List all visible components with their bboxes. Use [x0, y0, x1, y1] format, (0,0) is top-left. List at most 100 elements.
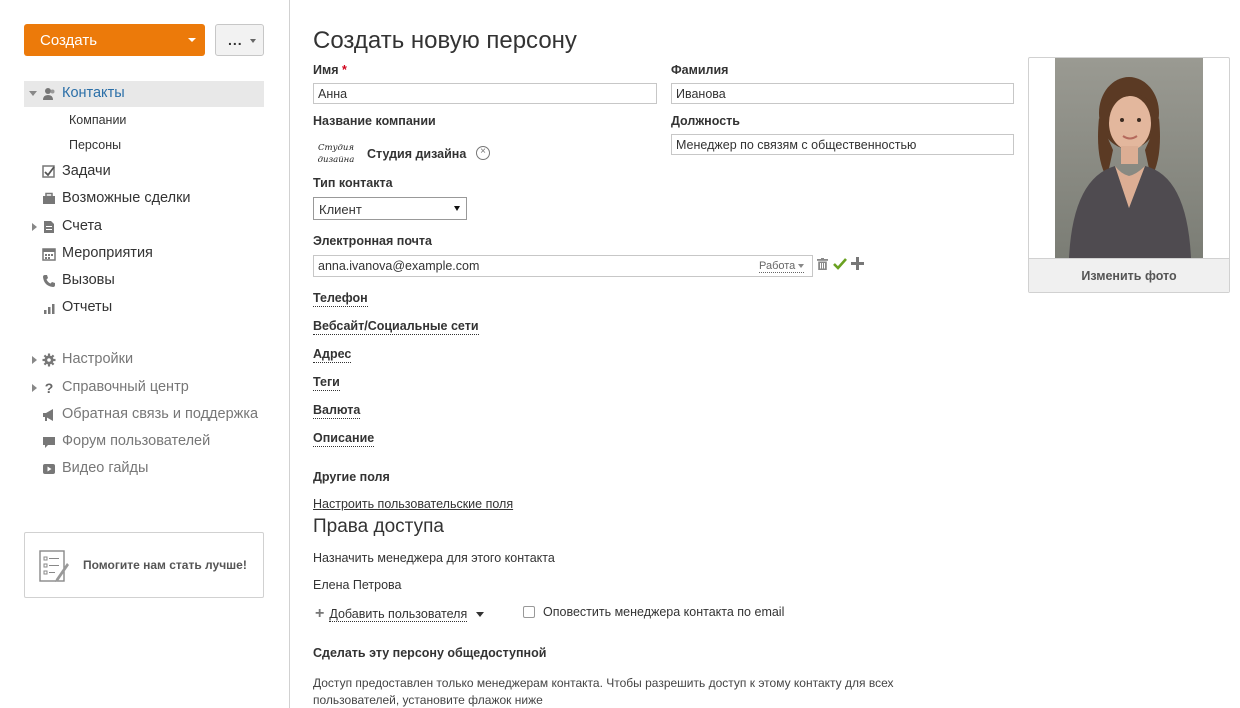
more-button[interactable]: ...	[215, 24, 264, 56]
public-label: Сделать эту персону общедоступной	[313, 646, 546, 660]
company-name[interactable]: Студия дизайна	[367, 147, 466, 161]
change-photo-button[interactable]: Изменить фото	[1029, 258, 1229, 292]
sidebar-item-contacts[interactable]: Контакты	[24, 81, 264, 107]
last-name-label: Фамилия	[671, 63, 728, 77]
sidebar-item-tasks[interactable]: Задачи	[24, 159, 264, 185]
sidebar-item-events[interactable]: Мероприятия	[24, 241, 264, 267]
feedback-box[interactable]: Помогите нам стать лучше!	[24, 532, 264, 598]
sidebar-subitem-companies[interactable]: Компании	[69, 113, 126, 127]
last-name-input[interactable]	[671, 83, 1014, 104]
create-button-label: Создать	[40, 32, 97, 49]
notify-manager-label[interactable]: Оповестить менеджера контакта по email	[543, 605, 784, 619]
photo-panel: Изменить фото	[1028, 57, 1230, 293]
sidebar-item-label: Вызовы	[62, 272, 115, 288]
remove-company-icon[interactable]: ×	[476, 146, 490, 160]
chat-icon	[42, 435, 56, 449]
page-title: Создать новую персону	[313, 27, 577, 55]
dropdown-arrow-icon	[454, 206, 460, 211]
sidebar-item-label: Видео гайды	[62, 460, 148, 476]
sidebar-item-calls[interactable]: Вызовы	[24, 268, 264, 294]
public-description: Доступ предоставлен только менеджерам ко…	[313, 675, 953, 708]
sidebar-item-deals[interactable]: Возможные сделки	[24, 186, 264, 212]
sidebar-item-help-center[interactable]: ? Справочный центр	[24, 375, 264, 401]
contact-type-select[interactable]: Клиент	[313, 197, 467, 220]
currency-link[interactable]: Валюта	[313, 403, 360, 419]
contact-type-label: Тип контакта	[313, 176, 393, 190]
sidebar-item-label: Счета	[62, 218, 102, 234]
sidebar-item-feedback[interactable]: Обратная связь и поддержка	[24, 402, 264, 428]
sidebar-item-label: Мероприятия	[62, 245, 153, 261]
chevron-down-icon	[798, 264, 804, 268]
invoices-icon	[42, 220, 56, 234]
email-label: Электронная почта	[313, 234, 432, 248]
sidebar-item-settings[interactable]: Настройки	[24, 347, 264, 373]
address-link[interactable]: Адрес	[313, 347, 351, 363]
sidebar-item-invoices[interactable]: Счета	[24, 214, 264, 240]
sidebar: Создать ... Контакты Компании Персоны За…	[0, 0, 290, 708]
first-name-label: Имя *	[313, 63, 347, 77]
email-type-label: Работа	[759, 260, 795, 272]
chevron-down-icon	[250, 39, 256, 43]
add-user-button[interactable]: + Добавить пользователя	[315, 605, 484, 623]
calendar-icon	[42, 247, 56, 261]
create-button[interactable]: Создать	[24, 24, 205, 56]
access-title: Права доступа	[313, 516, 444, 538]
sidebar-item-reports[interactable]: Отчеты	[24, 295, 264, 321]
deals-icon	[42, 192, 56, 206]
other-fields-label: Другие поля	[313, 470, 390, 484]
sidebar-subitem-persons[interactable]: Персоны	[69, 138, 121, 152]
expand-arrow-icon[interactable]	[32, 356, 37, 364]
company-label: Название компании	[313, 114, 436, 128]
email-input[interactable]: anna.ivanova@example.com	[313, 255, 813, 277]
add-user-label: Добавить пользователя	[329, 607, 467, 622]
custom-fields-link[interactable]: Настроить пользовательские поля	[313, 497, 513, 511]
sidebar-item-label: Настройки	[62, 351, 133, 367]
phone-icon	[42, 274, 56, 288]
video-icon	[42, 462, 56, 476]
contact-photo	[1055, 58, 1203, 258]
sidebar-item-label: Обратная связь и поддержка	[62, 406, 258, 422]
plus-icon: +	[315, 605, 324, 623]
email-value: anna.ivanova@example.com	[318, 259, 479, 273]
notify-manager-checkbox[interactable]	[523, 606, 535, 618]
position-label: Должность	[671, 114, 740, 128]
sidebar-item-label: Справочный центр	[62, 379, 189, 395]
chevron-down-icon	[188, 38, 196, 42]
sidebar-item-label: Отчеты	[62, 299, 112, 315]
sidebar-item-label: Задачи	[62, 163, 111, 179]
sidebar-item-label: Контакты	[62, 85, 125, 101]
website-link[interactable]: Вебсайт/Социальные сети	[313, 319, 479, 335]
survey-icon	[39, 549, 69, 583]
contact-type-value: Клиент	[319, 202, 362, 217]
person-photo-image	[1055, 58, 1203, 258]
tasks-icon	[42, 165, 56, 179]
first-name-label-text: Имя	[313, 63, 339, 77]
expand-arrow-icon[interactable]	[32, 223, 37, 231]
sidebar-item-label: Возможные сделки	[62, 190, 191, 206]
manager-name: Елена Петрова	[313, 578, 402, 592]
chevron-down-icon	[476, 612, 484, 617]
company-logo: Студия дизайна	[316, 142, 356, 166]
feedback-text: Помогите нам стать лучше!	[83, 558, 247, 572]
first-name-input[interactable]	[313, 83, 657, 104]
assign-manager-text: Назначить менеджера для этого контакта	[313, 551, 555, 565]
contacts-icon	[42, 87, 56, 101]
reports-icon	[42, 301, 56, 315]
email-type-select[interactable]: Работа	[759, 260, 804, 273]
sidebar-item-forum[interactable]: Форум пользователей	[24, 429, 264, 455]
tags-link[interactable]: Теги	[313, 375, 340, 391]
question-icon: ?	[42, 381, 56, 395]
plus-icon[interactable]	[851, 257, 864, 270]
megaphone-icon	[42, 408, 56, 422]
expand-arrow-icon[interactable]	[32, 384, 37, 392]
more-button-label: ...	[228, 32, 243, 48]
phone-link[interactable]: Телефон	[313, 291, 368, 307]
sidebar-item-video-guides[interactable]: Видео гайды	[24, 456, 264, 482]
gear-icon	[42, 353, 56, 367]
position-input[interactable]	[671, 134, 1014, 155]
description-link[interactable]: Описание	[313, 431, 374, 447]
check-icon[interactable]	[833, 257, 847, 271]
trash-icon[interactable]	[817, 258, 828, 270]
sidebar-item-label: Форум пользователей	[62, 433, 210, 449]
expand-arrow-icon[interactable]	[29, 91, 37, 96]
